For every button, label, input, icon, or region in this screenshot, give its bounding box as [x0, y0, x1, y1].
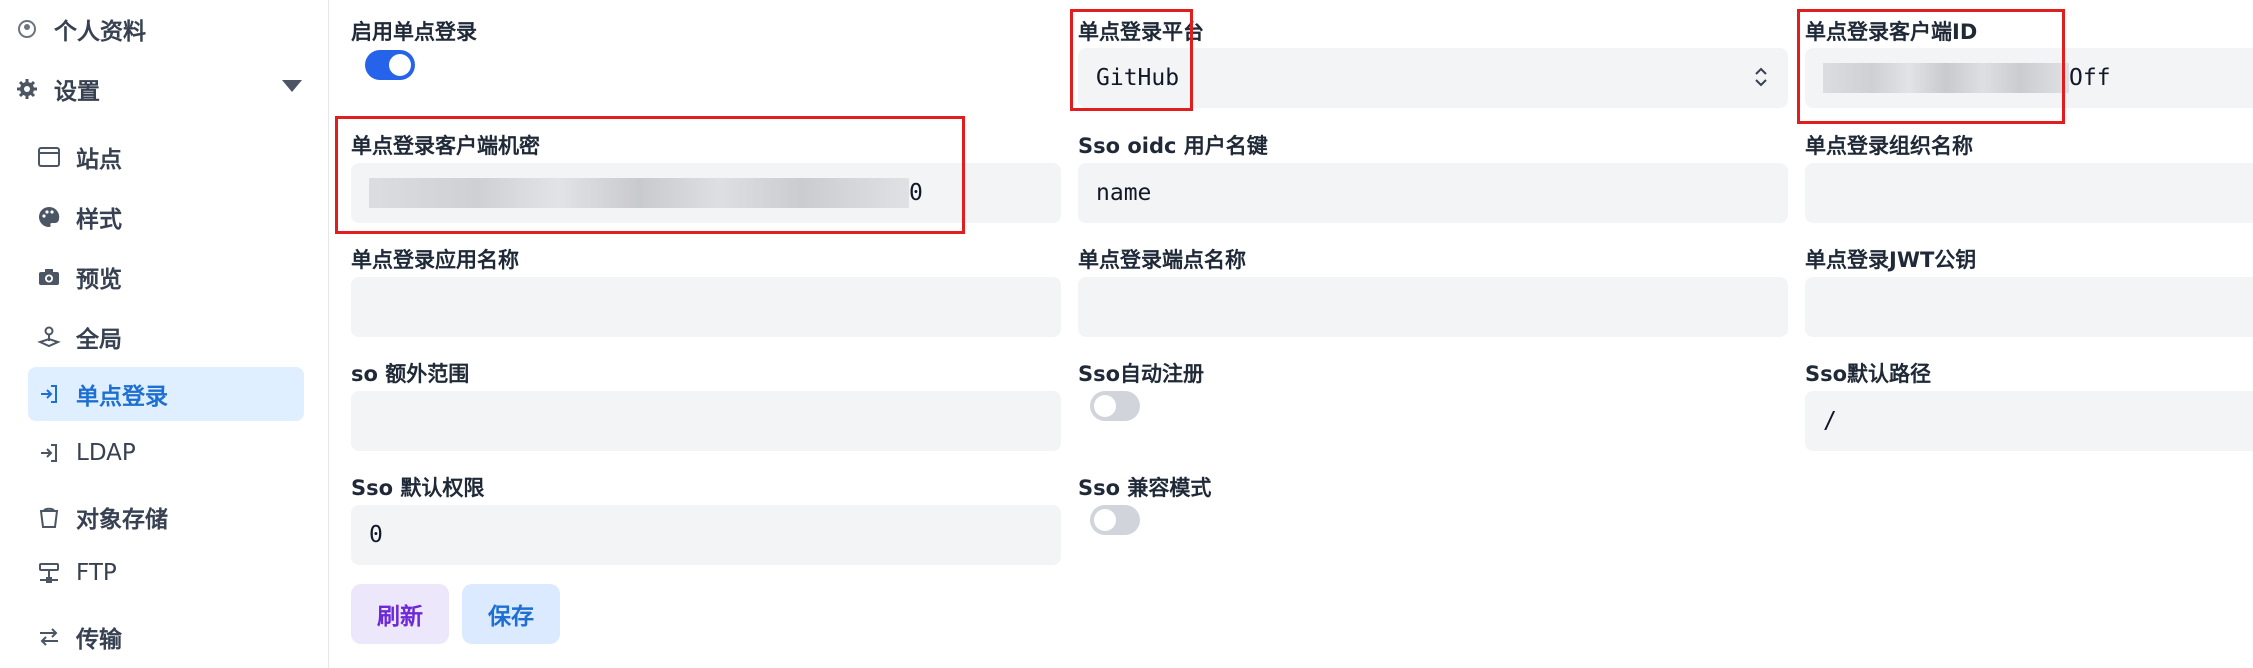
sidebar-item-label: 传输: [76, 627, 122, 653]
sidebar-item-label: FTP: [76, 560, 117, 586]
transfer-arrows-icon: [36, 624, 62, 650]
sidebar-item-ftp[interactable]: FTP: [36, 560, 117, 586]
sso-platform-select[interactable]: GitHub: [1078, 48, 1788, 108]
select-arrows-icon: [1754, 64, 1768, 96]
sidebar-item-global[interactable]: 全局: [36, 320, 122, 354]
sso-settings-form: 启用单点登录 单点登录平台 GitHub 单点登录客户端ID Off 单点登录客…: [329, 0, 2253, 668]
save-button[interactable]: 保存: [462, 584, 560, 644]
enable-sso-toggle[interactable]: [365, 50, 415, 80]
sidebar-item-transfer[interactable]: 传输: [36, 620, 122, 654]
joystick-icon: [36, 324, 62, 350]
redacted-value: [1823, 63, 2069, 93]
browser-window-icon: [36, 144, 62, 170]
auto-register-label: Sso自动注册: [1078, 362, 1205, 386]
login-arrow-icon: [36, 440, 62, 466]
sidebar-item-label: 样式: [76, 207, 122, 233]
client-id-label: 单点登录客户端ID: [1805, 20, 1978, 44]
default-path-label: Sso默认路径: [1805, 362, 1932, 386]
sidebar-item-label: 站点: [76, 147, 122, 173]
sidebar-item-settings[interactable]: 设置: [14, 72, 100, 106]
compat-mode-label: Sso 兼容模式: [1078, 476, 1212, 500]
sidebar-item-label: 全局: [76, 327, 122, 353]
sidebar-item-label: 对象存储: [76, 507, 168, 533]
compat-mode-toggle[interactable]: [1090, 505, 1140, 535]
sidebar-item-object-storage[interactable]: 对象存储: [36, 500, 168, 534]
jwt-public-key-label: 单点登录JWT公钥: [1805, 248, 1977, 272]
default-permission-label: Sso 默认权限: [351, 476, 485, 500]
profile-icon: [14, 16, 40, 42]
sidebar-item-style[interactable]: 样式: [36, 200, 122, 234]
login-arrow-icon: [36, 381, 62, 407]
sidebar-item-profile[interactable]: 个人资料: [14, 12, 146, 46]
bucket-icon: [36, 504, 62, 530]
sidebar-item-ldap[interactable]: LDAP: [36, 440, 136, 466]
server-icon: [36, 560, 62, 586]
sidebar-item-preview[interactable]: 预览: [36, 260, 122, 294]
redacted-value: [369, 178, 909, 208]
sidebar-item-label: 单点登录: [76, 384, 168, 410]
auto-register-toggle[interactable]: [1090, 391, 1140, 421]
endpoint-name-input[interactable]: [1078, 277, 1788, 337]
extra-scopes-input[interactable]: [351, 391, 1061, 451]
oidc-username-key-input[interactable]: name: [1078, 163, 1788, 223]
camera-icon: [36, 264, 62, 290]
app-name-label: 单点登录应用名称: [351, 248, 519, 272]
org-name-label: 单点登录组织名称: [1805, 134, 1973, 158]
endpoint-name-label: 单点登录端点名称: [1078, 248, 1246, 272]
default-permission-input[interactable]: 0: [351, 505, 1061, 565]
enable-sso-label: 启用单点登录: [351, 20, 477, 44]
chevron-down-icon[interactable]: [280, 78, 304, 98]
default-path-input[interactable]: /: [1805, 391, 2253, 451]
sidebar: 个人资料 设置 站点 样式 预览 全局 单点登录 LDAP 对象存储 FTP 传…: [0, 0, 329, 668]
palette-icon: [36, 204, 62, 230]
sso-platform-label: 单点登录平台: [1078, 20, 1204, 44]
client-secret-input[interactable]: 0: [351, 163, 1061, 223]
extra-scopes-label: so 额外范围: [351, 362, 470, 386]
jwt-public-key-input[interactable]: [1805, 277, 2253, 337]
sidebar-item-label: LDAP: [76, 440, 136, 466]
client-secret-label: 单点登录客户端机密: [351, 134, 540, 158]
app-name-input[interactable]: [351, 277, 1061, 337]
sidebar-item-label: 设置: [54, 79, 100, 105]
oidc-username-key-label: Sso oidc 用户名键: [1078, 134, 1268, 158]
sidebar-item-label: 个人资料: [54, 19, 146, 45]
sidebar-item-site[interactable]: 站点: [36, 140, 122, 174]
refresh-button[interactable]: 刷新: [351, 584, 449, 644]
gear-icon: [14, 76, 40, 102]
client-id-input[interactable]: Off: [1805, 48, 2253, 108]
sidebar-item-label: 预览: [76, 267, 122, 293]
org-name-input[interactable]: [1805, 163, 2253, 223]
sidebar-item-sso[interactable]: 单点登录: [28, 367, 304, 421]
